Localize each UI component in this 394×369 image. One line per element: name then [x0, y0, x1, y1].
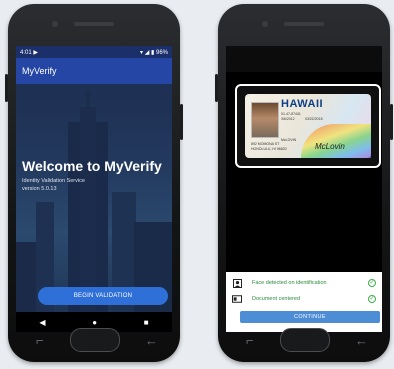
wifi-icon: ▾	[140, 49, 144, 56]
power-button	[390, 104, 393, 140]
begin-validation-button[interactable]: BEGIN VALIDATION	[38, 287, 168, 305]
signal-icon: ◢	[144, 49, 150, 56]
phone-right: HAWAII 01-47-87441 3/6/2012 03/22/2018 M…	[215, 4, 393, 362]
power-button	[180, 104, 183, 140]
hw-home-button[interactable]	[280, 328, 330, 352]
document-scan-frame: HAWAII 01-47-87441 3/6/2012 03/22/2018 M…	[235, 84, 381, 168]
battery-icon: ▮	[151, 49, 155, 56]
status-time: 4:01	[20, 49, 32, 56]
play-icon: ▶	[33, 49, 38, 56]
license-line: HONOLULU, HI 96820	[251, 147, 287, 151]
license-line: McLOVIN	[281, 138, 297, 142]
welcome-title: Welcome to MyVerify	[22, 158, 162, 174]
check-circle-icon: ✓	[368, 279, 376, 287]
check-row-face: Face detected on identification ✓	[232, 276, 376, 290]
license-rainbow	[301, 124, 371, 158]
check-label: Face detected on identification	[252, 280, 327, 286]
hw-recents-icon[interactable]: ⌐	[246, 333, 254, 348]
earpiece-speaker	[74, 22, 114, 26]
phone-left: 4:01 ▶ ▾ ◢ ▮ 96% MyVerify Welcome to MyV…	[5, 4, 183, 362]
license-state: HAWAII	[281, 98, 324, 110]
screen-welcome: 4:01 ▶ ▾ ◢ ▮ 96% MyVerify Welcome to MyV…	[16, 46, 172, 332]
check-circle-icon: ✓	[368, 295, 376, 303]
license-line: 3/6/2012	[281, 117, 295, 121]
app-bar: MyVerify	[16, 58, 172, 84]
continue-button[interactable]: CONTINUE	[240, 311, 380, 323]
hw-back-icon[interactable]: ←	[355, 333, 368, 348]
app-title: MyVerify	[22, 66, 57, 76]
license-line: 03/22/2018	[305, 117, 323, 121]
camera-top-bar	[226, 46, 382, 72]
id-card-icon	[232, 295, 242, 303]
license-line: 892 MOMONA ST	[251, 142, 280, 146]
version-text: version 5.0.13	[22, 186, 57, 192]
validation-panel: Face detected on identification ✓ Docume…	[226, 272, 382, 332]
license-photo	[251, 102, 279, 138]
front-camera	[262, 21, 268, 27]
hw-home-button[interactable]	[70, 328, 120, 352]
check-row-document: Document centered ✓	[232, 292, 376, 306]
license-signature: McLovin	[315, 142, 345, 151]
volume-button	[215, 74, 218, 102]
portrait-icon	[232, 278, 242, 288]
volume-button	[5, 74, 8, 102]
driver-license-image: HAWAII 01-47-87441 3/6/2012 03/22/2018 M…	[245, 94, 371, 158]
hw-recents-icon[interactable]: ⌐	[36, 333, 44, 348]
status-bar: 4:01 ▶ ▾ ◢ ▮ 96%	[16, 46, 172, 58]
battery-percent: 96%	[155, 49, 168, 56]
screen-scan: HAWAII 01-47-87441 3/6/2012 03/22/2018 M…	[226, 46, 382, 332]
earpiece-speaker	[284, 22, 324, 26]
license-line: 01-47-87441	[281, 112, 301, 116]
nav-home-icon[interactable]: ●	[92, 318, 97, 327]
city-background-image	[16, 84, 172, 312]
front-camera	[52, 21, 58, 27]
check-label: Document centered	[252, 296, 300, 302]
nav-recents-icon[interactable]: ■	[144, 318, 149, 327]
service-subtitle: Identity Validation Service	[22, 178, 85, 184]
nav-back-icon[interactable]: ◀	[39, 318, 45, 327]
hw-back-icon[interactable]: ←	[145, 333, 158, 348]
